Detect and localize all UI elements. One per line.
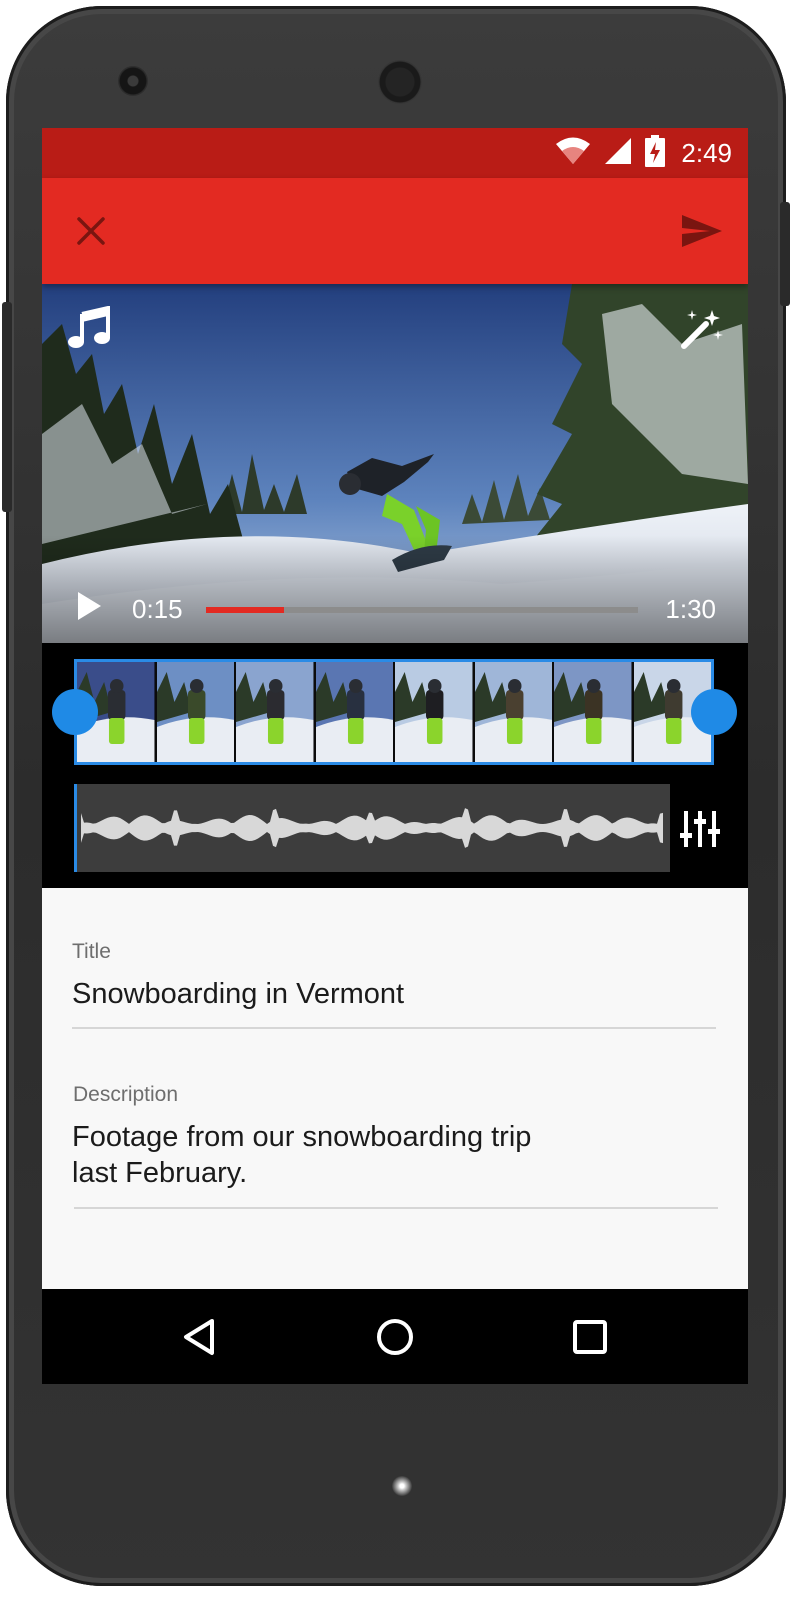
- filmstrip-frame: [554, 662, 634, 762]
- audio-mixer-button[interactable]: [680, 809, 720, 854]
- description-line-2: last February.: [72, 1157, 248, 1189]
- title-underline: [72, 1027, 716, 1029]
- send-button[interactable]: [676, 206, 728, 256]
- status-bar: 2:49: [42, 128, 748, 178]
- music-note-icon: [68, 305, 110, 348]
- status-time: 2:49: [681, 137, 732, 168]
- magic-wand-icon: [681, 310, 723, 349]
- video-preview[interactable]: 0:15 1:30: [42, 284, 748, 643]
- recents-icon: [573, 1320, 607, 1354]
- title-label: Title: [72, 940, 111, 963]
- description-line-1: Footage from our snowboarding trip: [72, 1121, 532, 1153]
- seek-bar[interactable]: [206, 607, 638, 613]
- description-field[interactable]: Footage from our snowboarding trip last …: [72, 1119, 531, 1191]
- description-label: Description: [73, 1083, 179, 1106]
- signal-icon: [603, 137, 633, 170]
- play-icon: [78, 592, 101, 620]
- back-button[interactable]: [176, 1313, 224, 1361]
- app-bar: [42, 178, 748, 284]
- description-underline: [74, 1207, 718, 1209]
- filmstrip-frame: [395, 662, 475, 762]
- title-field[interactable]: Snowboarding in Vermont: [72, 976, 404, 1012]
- audio-waveform: [81, 808, 663, 848]
- battery-charging-icon: [645, 134, 666, 172]
- trim-editor: [42, 643, 748, 888]
- filmstrip-frame: [236, 662, 316, 762]
- current-time: 0:15: [132, 594, 183, 624]
- send-icon: [682, 215, 722, 247]
- home-button[interactable]: [371, 1313, 419, 1361]
- wifi-icon: [555, 137, 591, 170]
- filmstrip-frame: [156, 662, 236, 762]
- seek-progress: [206, 607, 284, 613]
- power-button: [780, 202, 790, 306]
- total-time: 1:30: [665, 594, 716, 624]
- effects-button[interactable]: [680, 306, 724, 355]
- navigation-bar: [42, 1289, 748, 1384]
- filmstrip-frame: [474, 662, 554, 762]
- close-button[interactable]: [68, 208, 114, 254]
- trim-handle-end[interactable]: [691, 689, 737, 735]
- home-icon: [377, 1319, 413, 1355]
- screen: 2:49 0:15 1:30 Title Snowboarding in Ver…: [42, 128, 748, 1384]
- front-camera: [118, 66, 148, 96]
- filmstrip[interactable]: [74, 659, 714, 765]
- back-icon: [184, 1319, 214, 1355]
- mixer-sliders-icon: [680, 811, 720, 847]
- recents-button[interactable]: [566, 1313, 614, 1361]
- video-details-form: Title Snowboarding in Vermont Descriptio…: [42, 888, 748, 1289]
- audio-waveform-track[interactable]: [74, 784, 670, 872]
- close-icon: [77, 217, 105, 245]
- trim-handle-start[interactable]: [52, 689, 98, 735]
- filmstrip-frame: [315, 662, 395, 762]
- playback-controls: 0:15 1:30: [42, 581, 748, 643]
- notification-led: [392, 1476, 412, 1496]
- play-button[interactable]: [76, 591, 102, 626]
- music-button[interactable]: [68, 305, 112, 355]
- earpiece-speaker: [378, 60, 422, 104]
- volume-button: [2, 302, 12, 512]
